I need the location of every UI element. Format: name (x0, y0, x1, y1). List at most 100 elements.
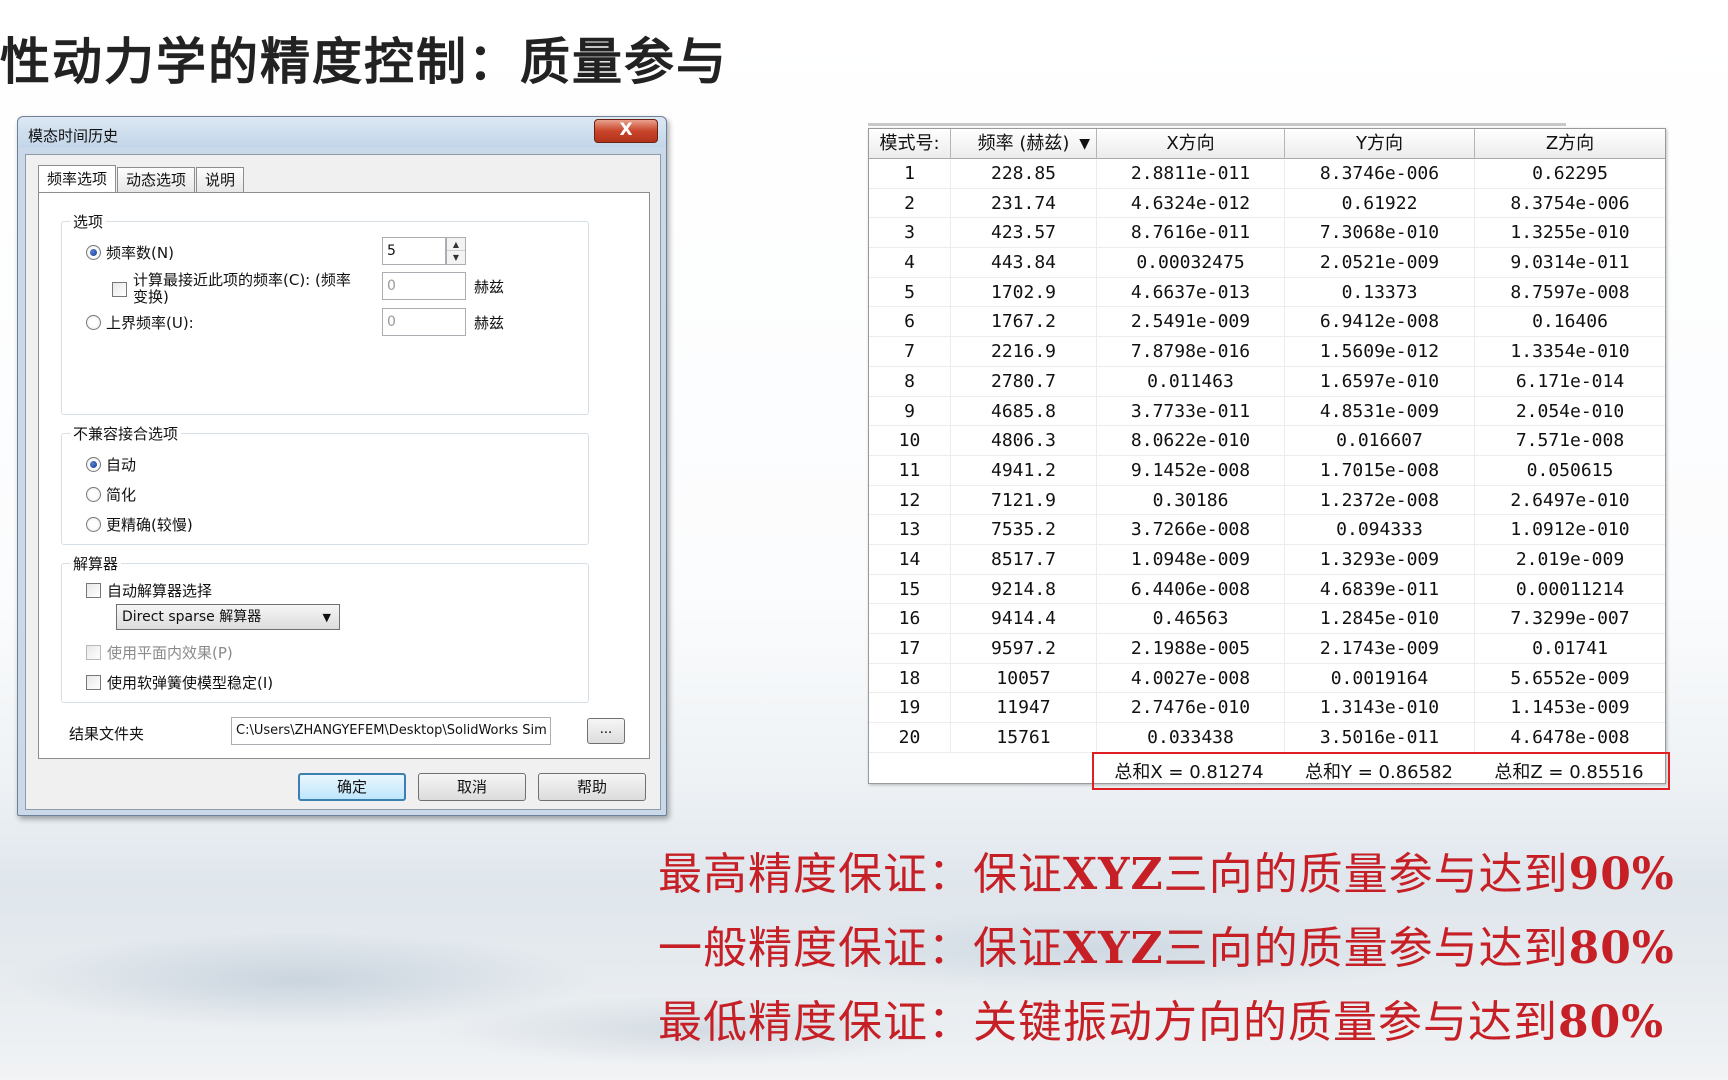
table-row[interactable]: 4 443.84 0.00032475 2.0521e-009 9.0314e-011 (869, 248, 1665, 278)
freq-count-input[interactable]: 5 (382, 237, 446, 265)
table-row[interactable]: 9 4685.8 3.7733e-011 4.8531e-009 2.054e-010 (869, 396, 1665, 427)
inplane-label: 使用平面内效果(P) (107, 644, 233, 662)
cell-frequency: 9214.8 (951, 574, 1097, 604)
table-row[interactable]: 5 1702.9 4.6637e-013 0.13373 8.7597e-008 (869, 277, 1665, 308)
table-row[interactable]: 10 4806.3 8.0622e-010 0.016607 7.571e-008 (869, 426, 1665, 456)
cell-x: 1.0948e-009 (1097, 544, 1285, 574)
upper-freq-option[interactable]: 上界频率(U): (86, 312, 194, 333)
table-row[interactable]: 1 228.85 2.8811e-011 8.3746e-006 0.62295 (869, 159, 1665, 189)
sum-z: 总和Z = 0.85516 (1494, 762, 1644, 783)
note-1-bold: XYZ (1063, 849, 1164, 900)
inplane-option[interactable]: 使用平面内效果(P) (86, 642, 233, 663)
header-x-direction[interactable]: X方向 (1097, 129, 1285, 159)
cell-frequency: 7535.2 (951, 515, 1097, 544)
tab-notes[interactable]: 说明 (196, 167, 245, 193)
sum-y: 总和Y = 0.86582 (1305, 762, 1453, 783)
tab-dynamic-options[interactable]: 动态选项 (117, 167, 196, 193)
cell-z: 0.00011214 (1515, 578, 1625, 600)
table-row[interactable]: 13 7535.2 3.7266e-008 0.094333 1.0912e-010 (869, 515, 1665, 545)
auto-solver-option[interactable]: 自动解算器选择 (86, 580, 212, 601)
note-1-prefix: 最高精度保证：保证 (658, 849, 1063, 900)
cell-y: 1.5609e-012 (1285, 337, 1475, 366)
cell-y: 0.016607 (1285, 426, 1475, 455)
auto-solver-checkbox[interactable] (86, 583, 101, 598)
cell-z: 1.3354e-010 (1510, 341, 1630, 363)
solver-dropdown[interactable]: Direct sparse 解算器 ▼ (116, 604, 340, 630)
table-row[interactable]: 14 8517.7 1.0948e-009 1.3293e-009 2.019e-009 (869, 544, 1665, 575)
note-3-prefix: 最低精度保证：关键振动方向的质量参与达到 (658, 997, 1558, 1048)
cell-y: 0.094333 (1285, 515, 1475, 544)
nearest-freq-input[interactable]: 0 (382, 272, 466, 300)
sort-down-icon[interactable]: ▼ (1079, 129, 1090, 159)
sum-highlight-box: 总和X = 0.81274 总和Y = 0.86582 总和Z = 0.8551… (1092, 752, 1670, 790)
soft-spring-label: 使用软弹簧使模型稳定(I) (107, 674, 274, 692)
dropdown-arrow-icon: ▼ (322, 611, 331, 624)
cell-x: 2.5491e-009 (1097, 307, 1285, 337)
cell-z: 0.050615 (1526, 459, 1614, 481)
table-row[interactable]: 12 7121.9 0.30186 1.2372e-008 2.6497e-010 (869, 485, 1665, 516)
cell-y: 0.61922 (1285, 188, 1475, 218)
table-row[interactable]: 8 2780.7 0.011463 1.6597e-010 6.171e-014 (869, 366, 1665, 397)
note-2-middle: 三向的质量参与达到 (1163, 923, 1569, 974)
spinner-down-icon[interactable]: ▼ (447, 251, 465, 264)
soft-spring-checkbox[interactable] (86, 675, 101, 690)
cancel-button[interactable]: 取消 (418, 773, 526, 801)
browse-button[interactable]: ... (587, 718, 625, 744)
ok-button[interactable]: 确定 (298, 773, 406, 801)
freq-count-option[interactable]: 频率数(N) (86, 242, 174, 263)
bonding-simplified-option[interactable]: 简化 (86, 484, 136, 505)
table-row[interactable]: 16 9414.4 0.46563 1.2845e-010 7.3299e-007 (869, 604, 1665, 634)
tab-panel-frequency: 选项 频率数(N) 5 ▲ ▼ 计算最接近此项的频率(C): (频率 变换) 0… (38, 192, 650, 759)
solver-group-title: 解算器 (70, 553, 122, 574)
bonding-accurate-radio[interactable] (86, 517, 101, 532)
tab-frequency-options[interactable]: 频率选项 (38, 165, 117, 193)
cell-z: 0.01741 (1532, 638, 1608, 659)
nearest-freq-checkbox[interactable] (112, 282, 127, 297)
upper-freq-input[interactable]: 0 (382, 308, 466, 336)
table-row[interactable]: 17 9597.2 2.1988e-005 2.1743e-009 0.01741 (869, 634, 1665, 664)
results-folder-input[interactable]: C:\Users\ZHANGYEFEM\Desktop\SolidWorks S… (231, 717, 551, 745)
cell-mode: 1 (869, 159, 951, 188)
table-row[interactable]: 7 2216.9 7.8798e-016 1.5609e-012 1.3354e-010 (869, 337, 1665, 367)
bonding-simplified-radio[interactable] (86, 487, 101, 502)
cell-z: 2.054e-010 (1515, 400, 1625, 422)
close-button[interactable]: X (594, 119, 658, 143)
header-z-direction[interactable]: Z方向 (1475, 129, 1665, 159)
cell-mode: 20 (869, 723, 951, 752)
table-row[interactable]: 2 231.74 4.6324e-012 0.61922 8.3754e-006 (869, 188, 1665, 219)
cell-x: 4.0027e-008 (1097, 663, 1285, 693)
table-row[interactable]: 6 1767.2 2.5491e-009 6.9412e-008 0.16406 (869, 307, 1665, 338)
spinner-up-icon[interactable]: ▲ (447, 238, 465, 251)
cell-y: 1.3143e-010 (1285, 693, 1475, 723)
table-row[interactable]: 11 4941.2 9.1452e-008 1.7015e-008 0.050615 (869, 455, 1665, 486)
cell-y: 8.3746e-006 (1285, 159, 1475, 188)
inplane-checkbox[interactable] (86, 645, 101, 660)
freq-count-radio[interactable] (86, 245, 101, 260)
cell-y: 1.2845e-010 (1285, 604, 1475, 633)
table-row[interactable]: 18 10057 4.0027e-008 0.0019164 5.6552e-009 (869, 663, 1665, 694)
header-y-direction[interactable]: Y方向 (1285, 129, 1475, 159)
dialog-titlebar[interactable]: 模态时间历史 X (18, 117, 666, 147)
header-frequency[interactable]: 频率 (赫兹) ▼ (951, 129, 1097, 159)
nearest-freq-option[interactable]: 计算最接近此项的频率(C): (频率 变换) (112, 272, 351, 306)
upper-freq-radio[interactable] (86, 315, 101, 330)
freq-count-spinner[interactable]: ▲ ▼ (446, 237, 466, 265)
help-button[interactable]: 帮助 (538, 773, 646, 801)
cell-x: 0.00032475 (1097, 248, 1285, 277)
bonding-accurate-option[interactable]: 更精确(较慢) (86, 514, 193, 535)
bonding-auto-option[interactable]: 自动 (86, 454, 136, 475)
mass-participation-table: 模式号: 频率 (赫兹) ▼ X方向 Y方向 Z方向 1 228.85 2.8811… (868, 128, 1666, 784)
table-row[interactable]: 19 11947 2.7476e-010 1.3143e-010 1.1453e-009 (869, 693, 1665, 724)
table-row[interactable]: 20 15761 0.033438 3.5016e-011 4.6478e-008 (869, 723, 1665, 753)
cell-y: 1.7015e-008 (1285, 455, 1475, 485)
cell-frequency: 228.85 (951, 159, 1097, 188)
cell-mode: 16 (869, 604, 951, 633)
bonding-auto-radio[interactable] (86, 457, 101, 472)
table-row[interactable]: 15 9214.8 6.4406e-008 4.6839e-011 0.00011214 (869, 574, 1665, 605)
note-lowest-precision: 最低精度保证：关键振动方向的质量参与达到80% (658, 986, 1664, 1050)
upper-freq-unit: 赫兹 (474, 314, 505, 332)
soft-spring-option[interactable]: 使用软弹簧使模型稳定(I) (86, 672, 273, 693)
cell-z: 7.571e-008 (1515, 430, 1625, 452)
header-mode-number[interactable]: 模式号: (869, 129, 951, 159)
table-row[interactable]: 3 423.57 8.7616e-011 7.3068e-010 1.3255e-010 (869, 218, 1665, 249)
